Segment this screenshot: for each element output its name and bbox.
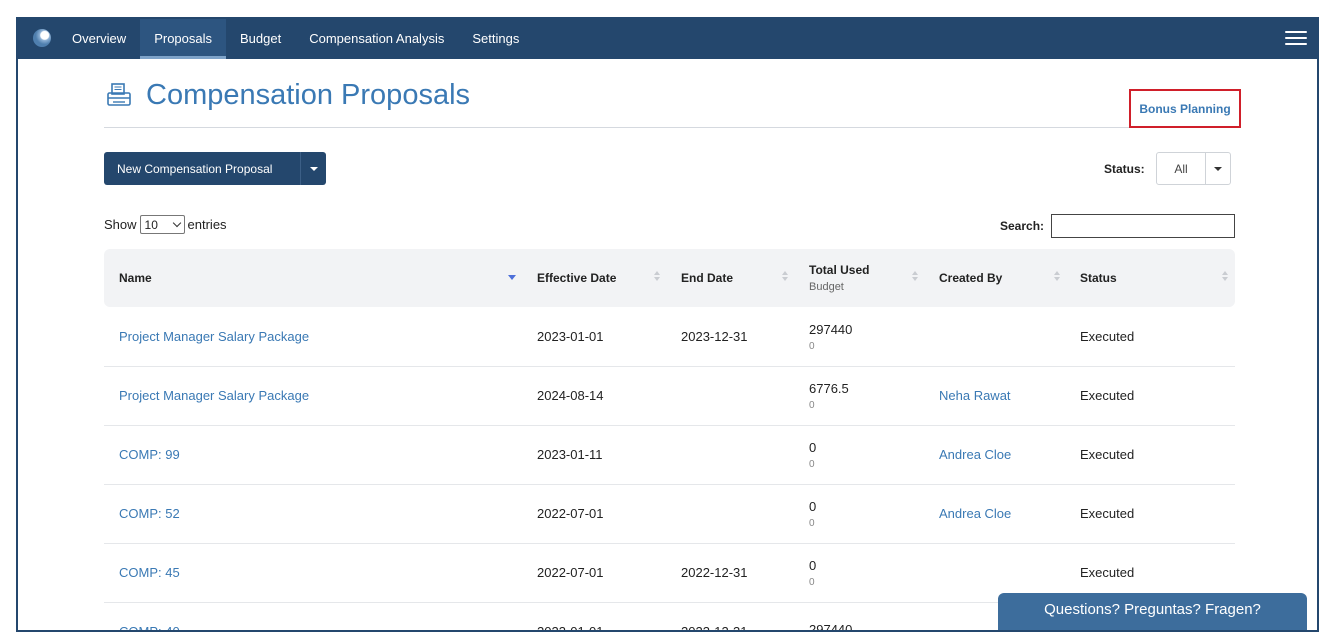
app-window: Overview Proposals Budget Compensation A… — [16, 17, 1319, 632]
status-cell: Executed — [1080, 447, 1135, 462]
printer-icon — [107, 83, 131, 106]
total-used-cell: 0 0 — [809, 543, 816, 602]
column-header-sublabel: Budget — [809, 281, 844, 293]
proposal-name-link[interactable]: Project Manager Salary Package — [119, 307, 309, 366]
total-used-value: 297440 — [809, 321, 853, 337]
total-used-value: 0 — [809, 557, 817, 573]
top-navigation: Overview Proposals Budget Compensation A… — [18, 19, 1317, 59]
new-proposal-label: New Compensation Proposal — [117, 161, 273, 176]
total-used-value: 6776.5 — [809, 380, 849, 396]
bonus-planning-link[interactable]: Bonus Planning — [1129, 89, 1241, 128]
status-filter-select[interactable]: All — [1156, 152, 1206, 185]
table-row: COMP: 99 2023-01-11 0 0 Andrea Cloe Exec… — [104, 425, 1235, 485]
nav-tabs: Overview Proposals Budget Compensation A… — [58, 19, 533, 59]
end-date-cell: 2023-12-31 — [681, 624, 748, 632]
status-cell: Executed — [1080, 329, 1135, 344]
status-cell: Executed — [1080, 388, 1135, 403]
chevron-down-icon — [172, 218, 181, 228]
column-header-label: Created By — [939, 271, 1003, 285]
total-used-cell: 0 0 — [809, 425, 816, 484]
proposal-name-link[interactable]: Project Manager Salary Package — [119, 366, 309, 425]
sort-icon — [912, 271, 918, 283]
column-header-label: Status — [1080, 271, 1117, 285]
effective-date-cell: 2022-07-01 — [537, 565, 604, 580]
column-header-created-by[interactable]: Created By — [939, 249, 1002, 307]
created-by-link[interactable]: Andrea Cloe — [939, 484, 1011, 543]
table-row: COMP: 52 2022-07-01 0 0 Andrea Cloe Exec… — [104, 484, 1235, 544]
column-header-name[interactable]: Name — [119, 249, 152, 307]
proposal-name-link[interactable]: COMP: 45 — [119, 543, 180, 602]
page-length-select[interactable]: 10 — [139, 215, 185, 234]
hamburger-menu-icon[interactable] — [1285, 31, 1307, 47]
new-compensation-proposal-button[interactable]: New Compensation Proposal — [104, 152, 326, 185]
budget-value: 0 — [809, 340, 815, 352]
page-length-value: 10 — [144, 217, 158, 232]
budget-value: 0 — [809, 399, 815, 411]
total-used-cell: 0 0 — [809, 484, 816, 543]
sort-descending-icon — [508, 275, 516, 287]
status-filter-dropdown-button[interactable] — [1205, 152, 1231, 185]
nav-compensation-analysis[interactable]: Compensation Analysis — [295, 19, 458, 59]
total-used-cell: 6776.5 0 — [809, 366, 849, 425]
column-header-total-used[interactable]: Total Used Budget — [809, 249, 869, 307]
total-used-cell: 297440 — [809, 602, 853, 632]
proposal-name-link[interactable]: COMP: 52 — [119, 484, 180, 543]
entries-label: entries — [187, 217, 227, 232]
effective-date-cell: 2023-01-01 — [537, 329, 604, 344]
column-header-label: End Date — [681, 271, 734, 285]
nav-settings[interactable]: Settings — [458, 19, 533, 59]
end-date-cell: 2022-12-31 — [681, 565, 748, 580]
total-used-cell: 297440 0 — [809, 307, 852, 366]
budget-value: 0 — [809, 458, 815, 470]
page-title: Compensation Proposals — [146, 79, 471, 111]
sort-icon — [782, 271, 788, 283]
page-length-control: Show 10 entries — [104, 215, 227, 234]
caret-down-icon — [310, 167, 318, 171]
column-header-label: Name — [119, 271, 152, 285]
status-cell: Executed — [1080, 506, 1135, 521]
budget-value: 0 — [809, 517, 815, 529]
search-label: Search: — [1000, 219, 1045, 233]
total-used-value: 0 — [809, 498, 817, 514]
created-by-link[interactable]: Neha Rawat — [939, 366, 1011, 425]
total-used-value: 0 — [809, 439, 817, 455]
sort-icon — [654, 271, 660, 283]
search-input[interactable] — [1051, 214, 1235, 238]
created-by-link[interactable]: Andrea Cloe — [939, 425, 1011, 484]
table-header: Name Effective Date End Date Total Used … — [104, 249, 1235, 307]
effective-date-cell: 2023-01-01 — [537, 624, 604, 632]
show-label: Show — [104, 217, 137, 232]
title-divider — [104, 127, 1234, 128]
table-row: Project Manager Salary Package 2023-01-0… — [104, 307, 1235, 367]
column-header-effective-date[interactable]: Effective Date — [537, 249, 616, 307]
effective-date-cell: 2022-07-01 — [537, 506, 604, 521]
new-proposal-dropdown-toggle[interactable] — [300, 152, 326, 185]
proposal-name-link[interactable]: COMP: 40 — [119, 602, 180, 630]
sort-icon — [1222, 271, 1228, 283]
caret-down-icon — [1214, 167, 1222, 171]
sort-icon — [1054, 271, 1060, 283]
total-used-value: 297440 — [809, 622, 853, 632]
help-chat-button[interactable]: Questions? Preguntas? Fragen? — [998, 593, 1307, 630]
nav-budget[interactable]: Budget — [226, 19, 295, 59]
effective-date-cell: 2023-01-11 — [537, 447, 603, 462]
column-header-status[interactable]: Status — [1080, 249, 1117, 307]
proposal-name-link[interactable]: COMP: 99 — [119, 425, 180, 484]
column-header-end-date[interactable]: End Date — [681, 249, 733, 307]
nav-proposals[interactable]: Proposals — [140, 19, 226, 59]
nav-overview[interactable]: Overview — [58, 19, 140, 59]
status-filter-label: Status: — [1104, 162, 1145, 176]
column-header-label: Total Used — [809, 263, 870, 277]
app-logo-icon[interactable] — [33, 29, 51, 47]
column-header-label: Effective Date — [537, 271, 617, 285]
effective-date-cell: 2024-08-14 — [537, 388, 604, 403]
end-date-cell: 2023-12-31 — [681, 329, 748, 344]
table-row: Project Manager Salary Package 2024-08-1… — [104, 366, 1235, 426]
budget-value: 0 — [809, 576, 815, 588]
